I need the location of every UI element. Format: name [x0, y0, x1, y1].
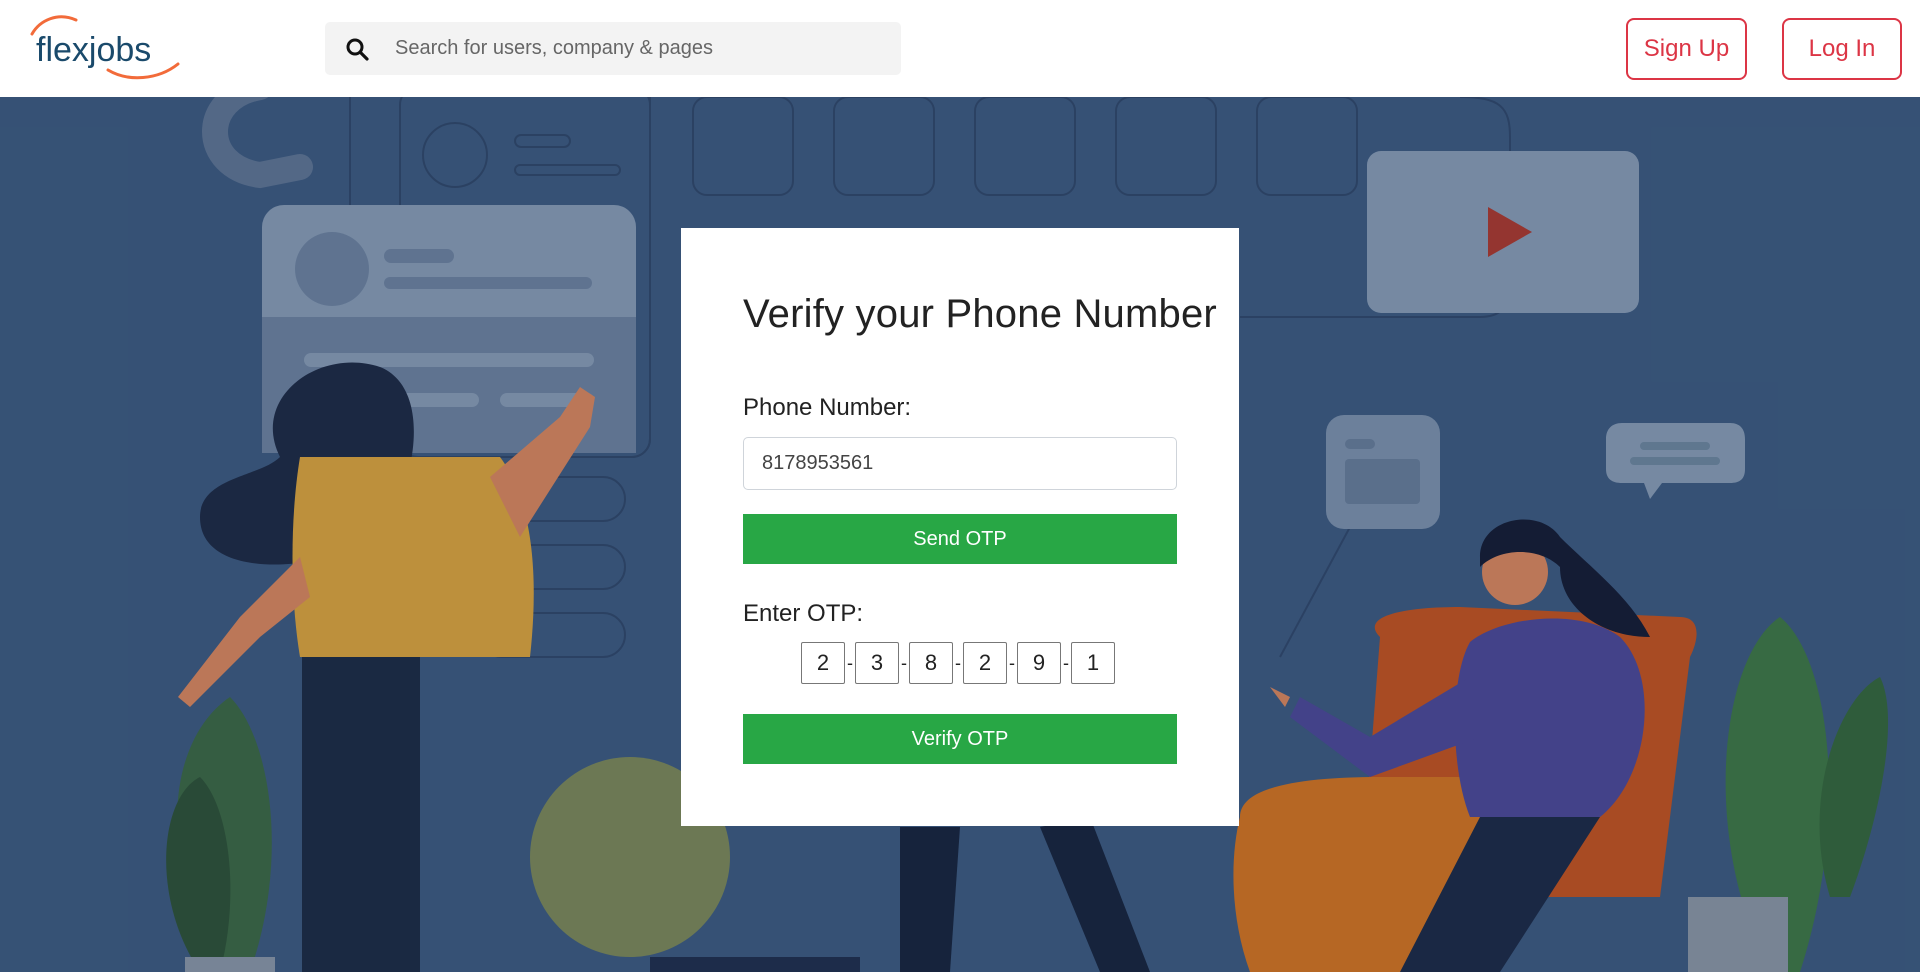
- enter-otp-label: Enter OTP:: [743, 600, 864, 627]
- otp-digit-5[interactable]: 9: [1017, 642, 1061, 684]
- logo-wordmark: flexjobs: [36, 31, 151, 69]
- verify-otp-button[interactable]: Verify OTP: [743, 714, 1177, 764]
- otp-input-group: 2 - 3 - 8 - 2 - 9 - 1: [801, 642, 1115, 684]
- search-input[interactable]: [395, 37, 875, 60]
- sign-up-button[interactable]: Sign Up: [1626, 18, 1747, 80]
- verify-phone-card: Verify your Phone Number Phone Number: S…: [681, 228, 1239, 826]
- flexjobs-logo[interactable]: flexjobs: [28, 14, 188, 84]
- phone-number-label: Phone Number:: [743, 394, 912, 421]
- otp-separator: -: [901, 652, 907, 673]
- otp-separator: -: [955, 652, 961, 673]
- otp-separator: -: [1063, 652, 1069, 673]
- otp-separator: -: [1009, 652, 1015, 673]
- search-icon[interactable]: [341, 33, 373, 65]
- log-in-button[interactable]: Log In: [1782, 18, 1902, 80]
- otp-digit-4[interactable]: 2: [963, 642, 1007, 684]
- otp-digit-3[interactable]: 8: [909, 642, 953, 684]
- top-navbar: flexjobs Sign Up Log In: [0, 0, 1920, 97]
- otp-separator: -: [847, 652, 853, 673]
- otp-digit-1[interactable]: 2: [801, 642, 845, 684]
- phone-number-input[interactable]: [743, 437, 1177, 490]
- page-title: Verify your Phone Number: [743, 292, 1217, 336]
- otp-digit-6[interactable]: 1: [1071, 642, 1115, 684]
- send-otp-button[interactable]: Send OTP: [743, 514, 1177, 564]
- otp-digit-2[interactable]: 3: [855, 642, 899, 684]
- search-bar: [325, 22, 901, 75]
